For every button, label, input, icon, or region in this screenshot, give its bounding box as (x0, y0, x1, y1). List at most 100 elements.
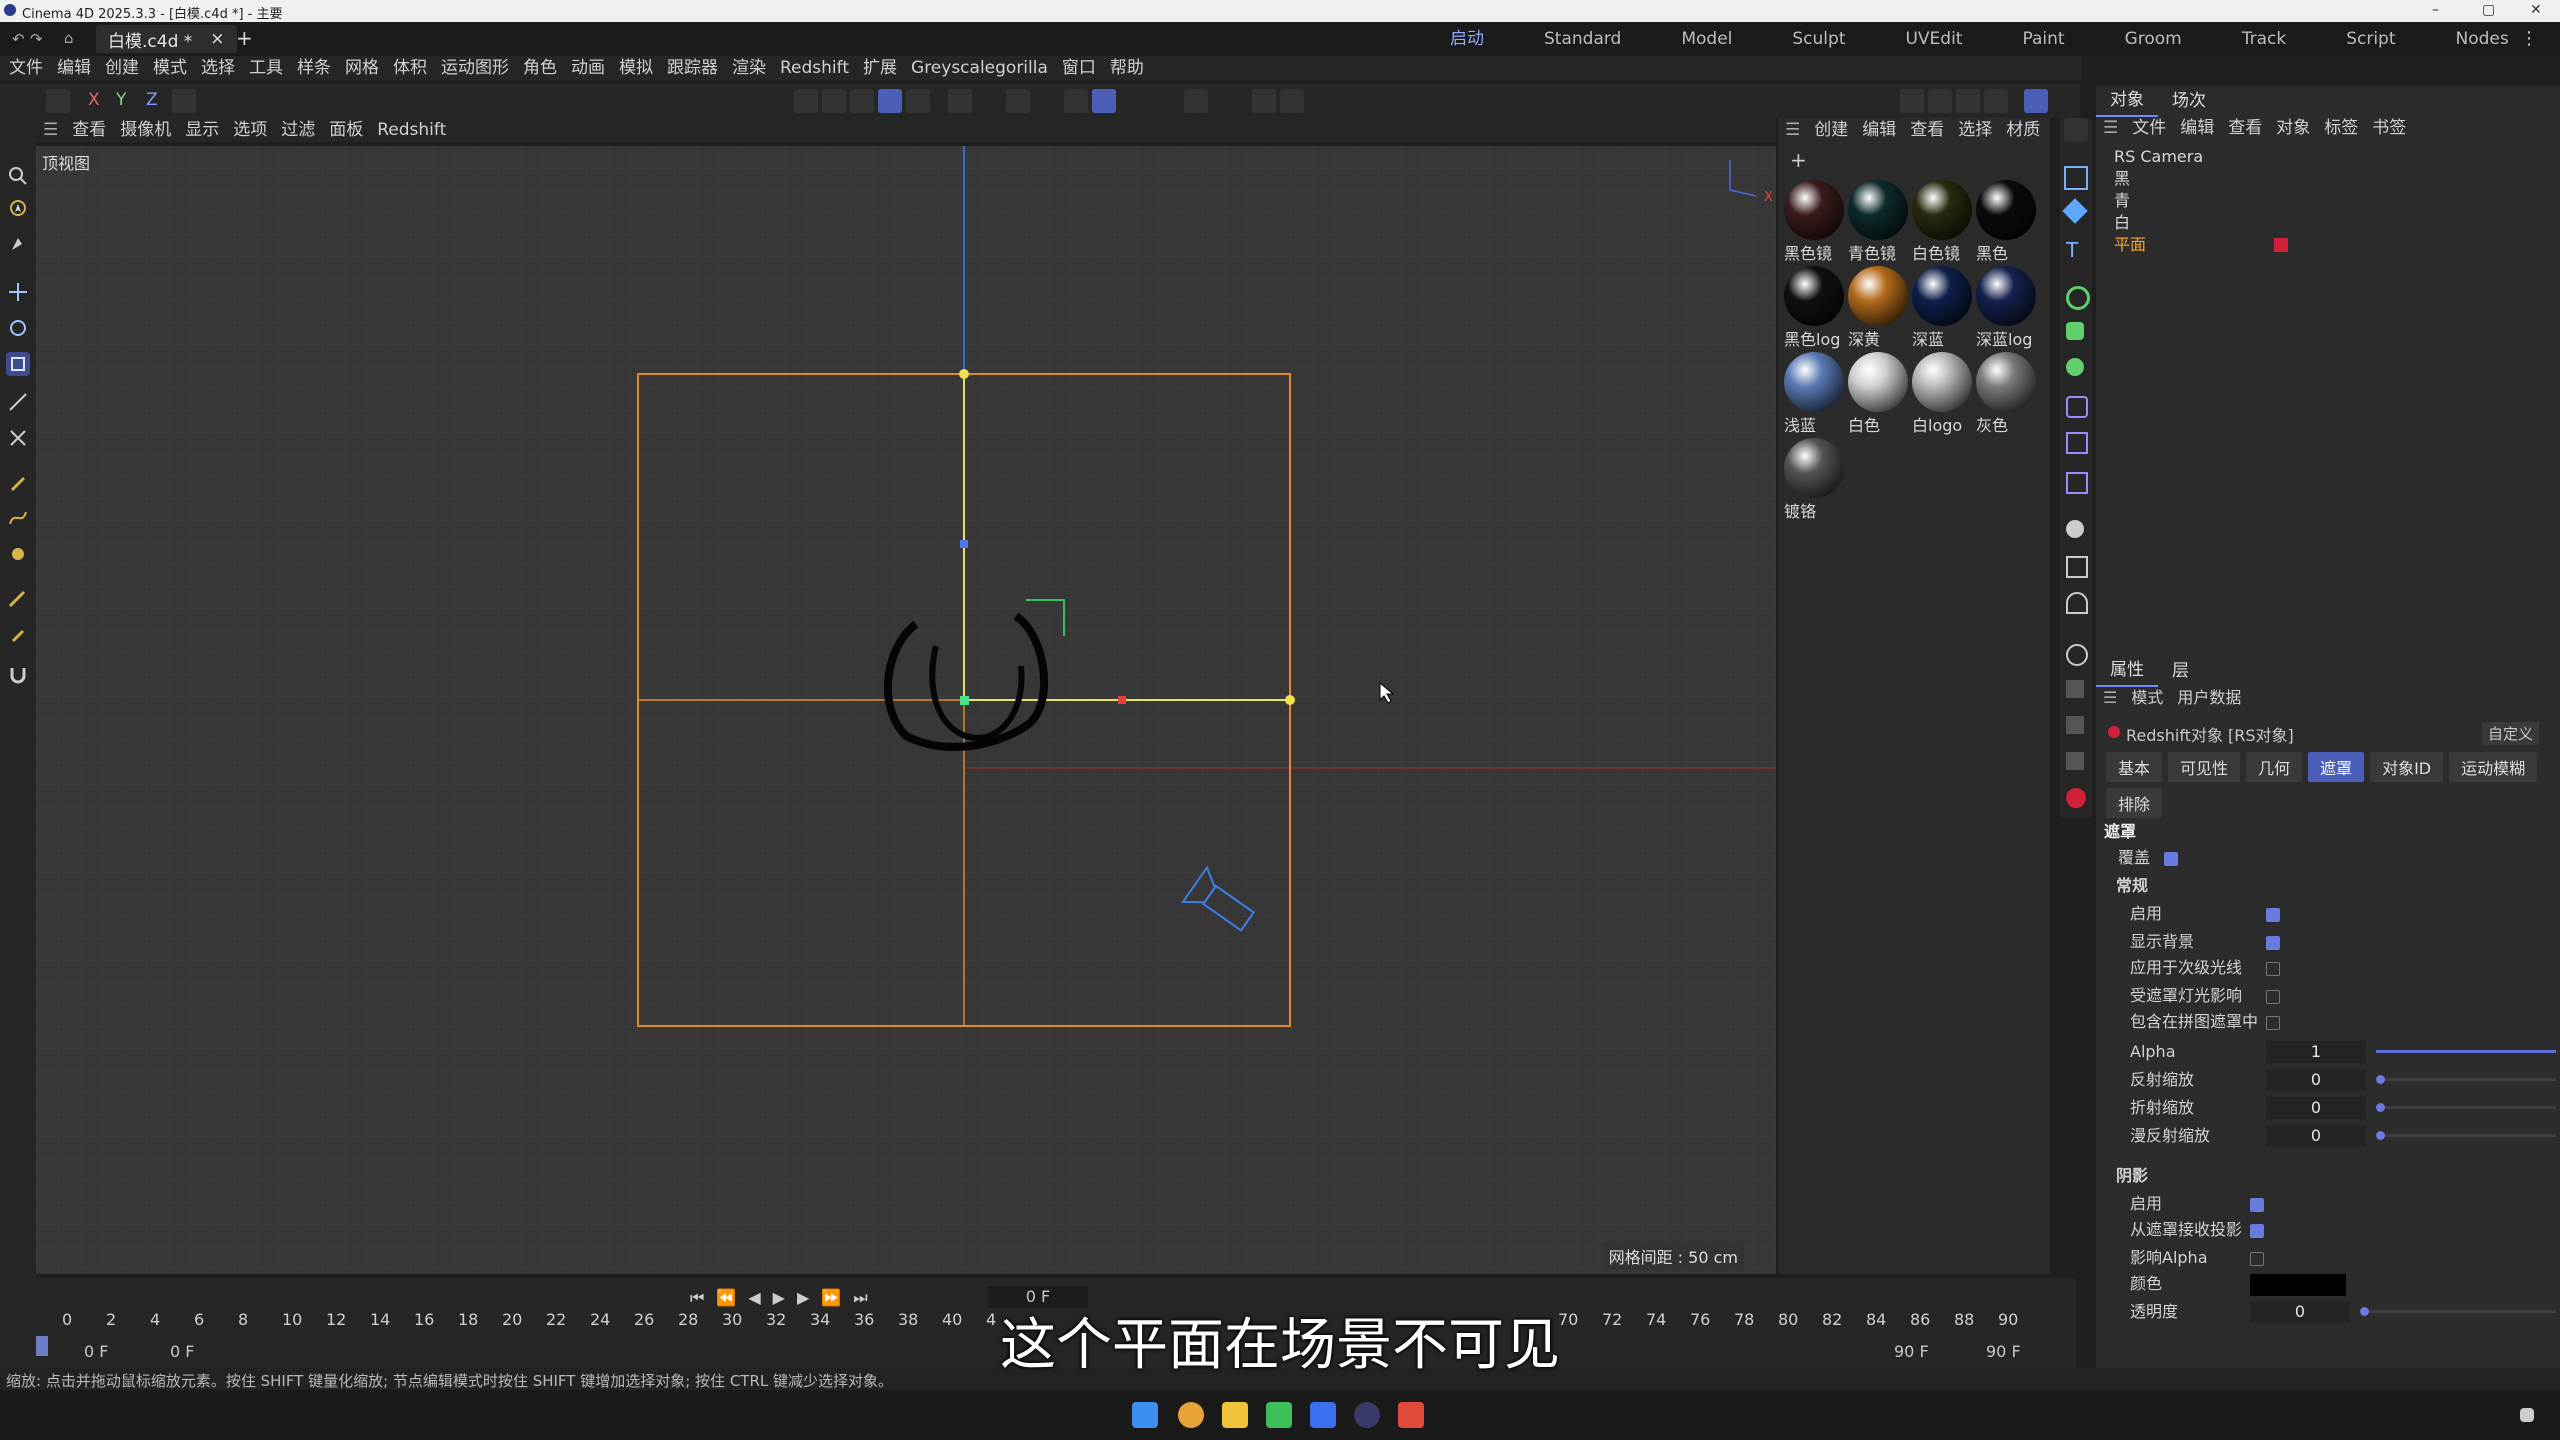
object-menu-tags[interactable]: 标签 (2317, 116, 2365, 140)
generator-icon[interactable] (2066, 286, 2090, 310)
material-swatch[interactable]: 白色镜 (1912, 180, 1976, 264)
picture-viewer-icon[interactable] (2066, 680, 2084, 698)
snap-icon[interactable] (1006, 89, 1030, 113)
menu-mograph[interactable]: 运动图形 (434, 56, 516, 80)
layout-tab-standard[interactable]: Standard (1514, 22, 1651, 56)
tab-objects[interactable]: 对象 (2096, 85, 2158, 117)
diffuse-scale-field[interactable]: 0 (2266, 1125, 2366, 1147)
cube-primitive-icon[interactable] (2064, 166, 2088, 190)
home-icon[interactable]: ⌂ (64, 29, 74, 47)
paint-icon[interactable] (6, 622, 30, 646)
effector-icon[interactable] (2066, 358, 2084, 376)
render-view-icon[interactable] (1900, 89, 1924, 113)
axis-x-toggle[interactable]: X (88, 90, 100, 110)
material-swatch[interactable]: 黑色镜 (1784, 180, 1848, 264)
matte-lights-checkbox[interactable] (2266, 990, 2280, 1004)
environment-icon[interactable] (2066, 520, 2084, 538)
layout-tab-track[interactable]: Track (2212, 22, 2316, 56)
workplane-icon[interactable] (1092, 89, 1116, 113)
polygon-icon[interactable] (2062, 198, 2088, 224)
override-checkbox[interactable] (2164, 852, 2178, 866)
group-shadow[interactable]: 阴影 (2116, 1164, 2148, 1188)
chrome-icon[interactable] (1178, 1402, 1204, 1428)
viewport-menu-icon[interactable]: ☰ (36, 118, 65, 142)
diffuse-scale-slider[interactable] (2376, 1131, 2556, 1140)
coordinate-system-icon[interactable] (172, 89, 196, 113)
object-row-white[interactable]: 白 (2114, 212, 2130, 234)
reflection-scale-field[interactable]: 0 (2266, 1069, 2366, 1091)
object-menu-bookmarks[interactable]: 书签 (2365, 116, 2413, 140)
menu-character[interactable]: 角色 (516, 56, 564, 80)
layout-tab-startup[interactable]: 启动 (1420, 22, 1514, 58)
tab-takes[interactable]: 场次 (2158, 86, 2220, 116)
menu-animate[interactable]: 动画 (564, 56, 612, 80)
subtab-basic[interactable]: 基本 (2106, 752, 2163, 782)
play-render-icon[interactable] (2066, 752, 2084, 770)
object-menu-file[interactable]: 文件 (2125, 116, 2173, 140)
alpha-field[interactable]: 1 (2266, 1041, 2366, 1063)
layout-tab-paint[interactable]: Paint (1992, 22, 2094, 56)
object-manager-icon[interactable] (2064, 118, 2088, 142)
brush-icon[interactable] (6, 586, 30, 610)
affect-alpha-checkbox[interactable] (2250, 1252, 2264, 1266)
redshift-tag-icon[interactable] (2274, 238, 2288, 252)
save-icon[interactable] (46, 89, 70, 113)
minimize-button[interactable]: – (2432, 2, 2439, 18)
object-menu-edit[interactable]: 编辑 (2173, 116, 2221, 140)
layout-tab-groom[interactable]: Groom (2095, 22, 2212, 56)
grid-snap-icon[interactable] (1064, 89, 1088, 113)
show-background-checkbox[interactable] (2266, 936, 2280, 950)
attr-menu-user-data[interactable]: 用户数据 (2170, 686, 2248, 710)
search-icon[interactable] (6, 164, 30, 188)
model-mode-icon[interactable] (878, 89, 902, 113)
menu-tools[interactable]: 工具 (242, 56, 290, 80)
layout-tab-model[interactable]: Model (1651, 22, 1762, 56)
group-normal[interactable]: 常规 (2116, 874, 2148, 898)
object-row-black[interactable]: 黑 (2114, 168, 2130, 190)
subtab-geometry[interactable]: 几何 (2246, 752, 2303, 782)
texture-mode-icon[interactable] (906, 89, 930, 113)
render-region-icon[interactable] (1928, 89, 1952, 113)
magnet-icon[interactable] (6, 662, 30, 686)
start-menu-icon[interactable] (1132, 1402, 1158, 1428)
scale-icon[interactable] (6, 352, 30, 376)
reflection-scale-slider[interactable] (2376, 1075, 2556, 1084)
material-menu-create[interactable]: 创建 (1807, 118, 1855, 142)
camera-icon[interactable] (2066, 556, 2088, 578)
viewport-menu-panel[interactable]: 面板 (322, 118, 370, 142)
material-swatch[interactable]: 深蓝log (1976, 266, 2040, 350)
add-material-icon[interactable]: + (1790, 148, 1807, 172)
deformer-icon[interactable] (2066, 322, 2084, 340)
render-icon[interactable] (1280, 89, 1304, 113)
menu-mesh[interactable]: 网格 (338, 56, 386, 80)
add-tab-button[interactable]: + (236, 26, 253, 50)
menu-spline[interactable]: 样条 (290, 56, 338, 80)
attr-menu-mode[interactable]: 模式 (2124, 686, 2170, 710)
material-swatch[interactable]: 浅蓝 (1784, 352, 1848, 436)
close-window-button[interactable]: ✕ (2530, 2, 2542, 18)
viewport-menu-filter[interactable]: 过滤 (274, 118, 322, 142)
refraction-scale-slider[interactable] (2376, 1103, 2556, 1112)
viewport-menu-redshift[interactable]: Redshift (370, 118, 453, 142)
green-app-icon[interactable] (1266, 1402, 1292, 1428)
material-menu-icon[interactable]: ☰ (1778, 118, 1807, 142)
material-menu-material[interactable]: 材质 (1999, 118, 2047, 142)
subtab-exclude[interactable]: 排除 (2106, 788, 2163, 818)
move-icon[interactable] (6, 280, 30, 304)
layout-tab-sculpt[interactable]: Sculpt (1762, 22, 1875, 56)
material-swatch[interactable]: 黑色log (1784, 266, 1848, 350)
text-icon[interactable]: T (2066, 238, 2078, 262)
viewport-canvas[interactable]: X (36, 146, 1776, 1274)
tab-attributes[interactable]: 属性 (2096, 655, 2158, 687)
maximize-button[interactable]: ▢ (2482, 2, 2495, 18)
menu-create[interactable]: 创建 (98, 56, 146, 80)
tweak-icon[interactable] (6, 232, 30, 256)
menu-mode[interactable]: 模式 (146, 56, 194, 80)
menu-edit[interactable]: 编辑 (50, 56, 98, 80)
viewport-top-view[interactable]: X 顶视图 网格间距 : 50 cm (36, 146, 1776, 1274)
redo-icon[interactable]: ↷ (30, 30, 43, 48)
cinema4d-icon[interactable] (1354, 1402, 1380, 1428)
viewport-menu-display[interactable]: 显示 (178, 118, 226, 142)
axis-y-toggle[interactable]: Y (116, 90, 126, 110)
placement-icon[interactable] (6, 426, 30, 450)
